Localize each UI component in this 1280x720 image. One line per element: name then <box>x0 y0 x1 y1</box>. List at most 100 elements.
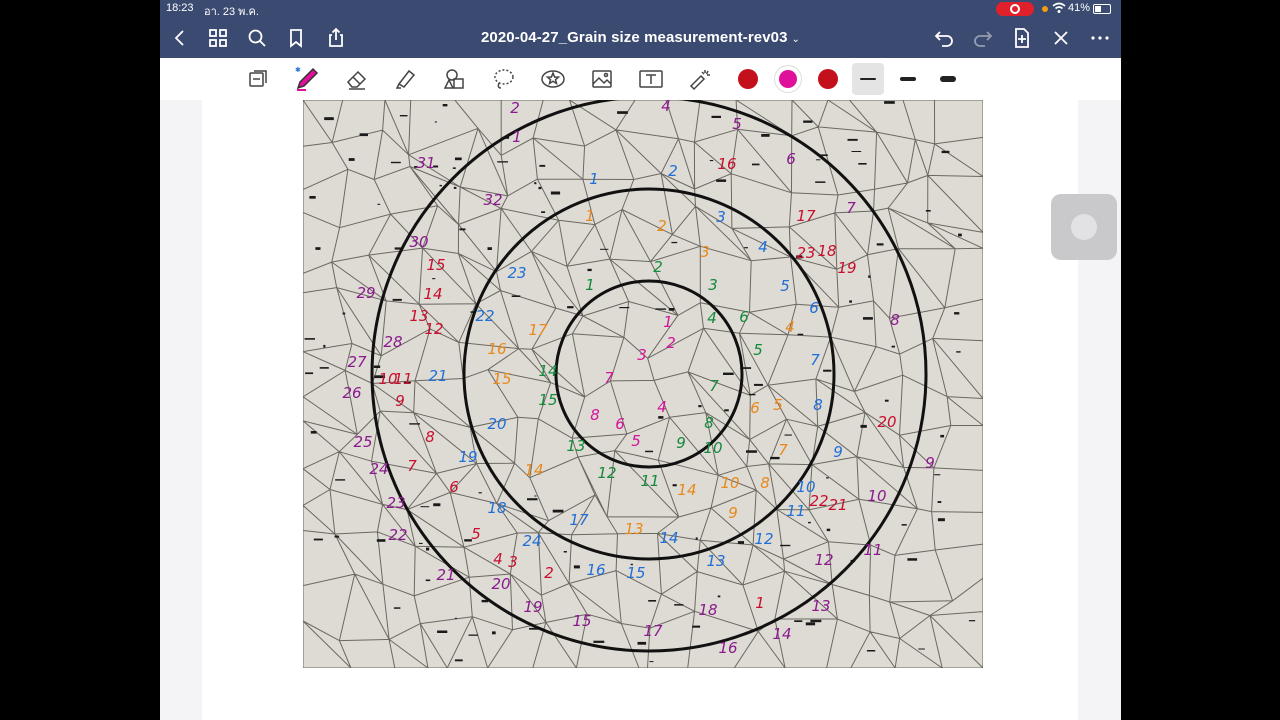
lasso-tool-button[interactable] <box>487 63 521 95</box>
highlighter-tool-button[interactable] <box>389 63 423 95</box>
inclusion-mark <box>884 101 895 104</box>
svg-text:✱: ✱ <box>295 66 301 74</box>
inclusion-mark <box>709 160 714 162</box>
inclusion-mark <box>399 115 408 117</box>
grain-number-label: 6 <box>739 308 749 326</box>
inclusion-mark <box>698 405 702 408</box>
grain-number-label: 9 <box>728 504 738 522</box>
grain-number-label: 25 <box>353 433 372 451</box>
more-button[interactable] <box>1084 18 1116 58</box>
floating-assistive-touch-button[interactable] <box>1051 194 1117 260</box>
inclusion-mark <box>866 650 876 652</box>
add-page-icon <box>1015 28 1029 48</box>
inclusion-mark <box>315 247 321 250</box>
grain-number-label: 7 <box>846 199 856 217</box>
redo-button[interactable] <box>967 18 999 58</box>
grain-number-label: 3 <box>508 553 518 571</box>
wifi-icon <box>1052 1 1066 18</box>
inclusion-mark <box>724 409 729 412</box>
grain-number-label: 5 <box>780 277 790 295</box>
battery-icon <box>1093 4 1111 14</box>
screen-recording-icon[interactable] <box>996 2 1034 16</box>
close-icon <box>1054 31 1068 45</box>
inclusion-mark <box>671 241 678 244</box>
grain-number-label: 8 <box>704 414 714 432</box>
grain-number-label: 8 <box>590 406 600 424</box>
drawing-toolbar: ✱ <box>160 58 1121 101</box>
inclusion-mark <box>780 544 791 547</box>
inclusion-mark <box>409 423 420 425</box>
grain-number-label: 5 <box>471 525 481 543</box>
grain-number-label: 8 <box>890 311 900 329</box>
inclusion-mark <box>373 365 381 368</box>
inclusion-mark <box>744 247 748 249</box>
inclusion-mark <box>377 203 381 205</box>
inclusion-mark <box>550 191 561 195</box>
inclusion-mark <box>868 275 871 278</box>
grain-number-label: 17 <box>643 622 663 640</box>
pen-tool-button[interactable]: ✱ <box>290 63 324 95</box>
grain-number-label: 23 <box>386 494 405 512</box>
stroke-width-thin[interactable] <box>852 63 884 95</box>
eraser-tool-button[interactable] <box>340 63 374 95</box>
grain-number-label: 2 <box>657 217 667 235</box>
sticker-tool-button[interactable] <box>536 63 570 95</box>
close-button[interactable] <box>1045 18 1077 58</box>
grain-number-label: 4 <box>758 238 768 256</box>
color-swatch-red-2[interactable] <box>818 69 838 89</box>
grain-number-label: 22 <box>388 526 407 544</box>
inclusion-mark <box>849 300 852 303</box>
color-swatch-red-1[interactable] <box>738 69 758 89</box>
grain-number-label: 18 <box>817 242 836 260</box>
grain-number-label: 15 <box>572 612 591 630</box>
grain-number-label: 5 <box>732 115 742 133</box>
inclusion-mark <box>552 509 564 513</box>
inclusion-mark <box>847 138 858 141</box>
add-page-button[interactable] <box>1006 18 1038 58</box>
inclusion-mark <box>826 477 829 479</box>
document-canvas[interactable]: 2 4 5 1 31 1 2 16 6 32 1 2 3 17 7 30 3 4 18 19 23 15 23 2 29 14 1 3… <box>160 100 1121 720</box>
inclusion-mark <box>752 163 760 166</box>
inclusion-mark <box>668 308 675 311</box>
grain-number-label: 3 <box>637 346 647 364</box>
shapes-tool-button[interactable] <box>438 63 472 95</box>
grain-number-label: 21 <box>428 367 447 385</box>
inclusion-mark <box>348 158 355 161</box>
grain-number-label: 17 <box>796 207 816 225</box>
text-tool-button[interactable] <box>634 63 668 95</box>
page-view-button[interactable] <box>241 63 275 95</box>
grain-number-label: 11 <box>786 502 805 520</box>
grain-number-label: 29 <box>356 284 375 302</box>
inclusion-mark <box>393 607 401 609</box>
grain-number-label: 2 <box>544 564 554 582</box>
stroke-thin-preview <box>860 78 876 80</box>
inclusion-mark <box>711 115 721 118</box>
inclusion-mark <box>497 161 508 163</box>
color-swatch-magenta-selected[interactable] <box>774 65 802 93</box>
inclusion-mark <box>860 424 867 428</box>
image-tool-button[interactable] <box>585 63 619 95</box>
grain-number-label: 17 <box>569 511 589 529</box>
grain-number-label: 9 <box>833 443 843 461</box>
ipad-screen: 18:23 อา. 23 พ.ค. 41% 2020-04-27_Grain s… <box>160 0 1121 720</box>
stroke-width-medium[interactable] <box>892 63 924 95</box>
laser-pointer-tool-button[interactable] <box>683 63 717 95</box>
inclusion-mark <box>658 416 664 419</box>
grain-number-label: 2 <box>653 258 663 276</box>
more-icon <box>1091 36 1109 40</box>
battery-percentage: 41% <box>1068 2 1091 14</box>
grain-number-label: 20 <box>877 413 896 431</box>
inclusion-mark <box>717 595 721 598</box>
inclusion-mark <box>310 431 317 434</box>
inclusion-mark <box>390 161 401 164</box>
inclusion-mark <box>761 134 770 137</box>
grain-number-label: 10 <box>867 487 886 505</box>
undo-button[interactable] <box>928 18 960 58</box>
grain-number-label: 31 <box>416 154 435 172</box>
microphone-indicator-icon <box>1042 6 1048 12</box>
inclusion-mark <box>442 104 448 107</box>
inclusion-mark <box>527 498 538 501</box>
inclusion-mark <box>941 150 950 154</box>
stroke-width-thick[interactable] <box>932 63 964 95</box>
grain-number-label: 27 <box>347 353 367 371</box>
